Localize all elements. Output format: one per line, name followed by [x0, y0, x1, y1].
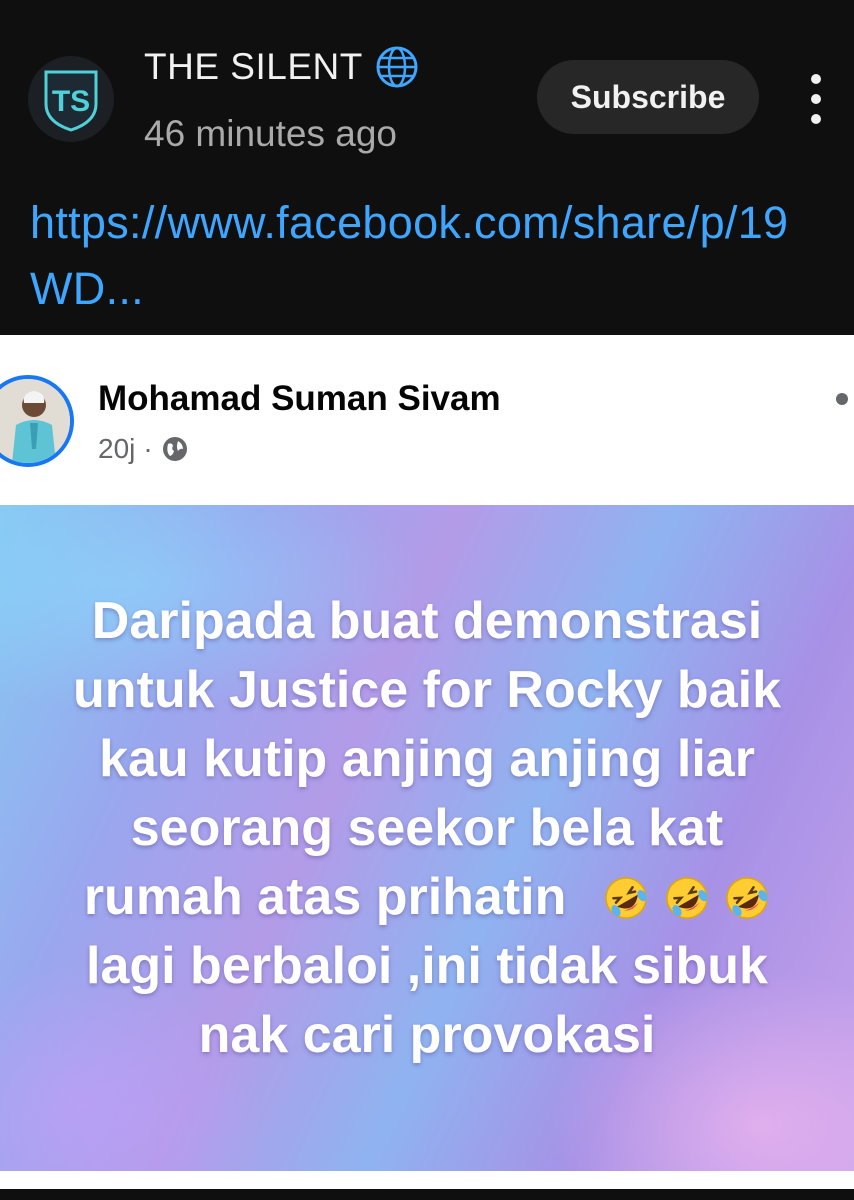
community-post-header: TS THE SILENT 46 minutes ago Subscribe h…: [0, 0, 854, 335]
image-text-line: Daripada buat demonstrasi: [91, 592, 763, 650]
fb-image-text: Daripada buat demonstrasi untuk Justice …: [0, 587, 854, 1070]
fb-text-image: Daripada buat demonstrasi untuk Justice …: [0, 505, 854, 1171]
channel-avatar[interactable]: TS: [28, 56, 114, 142]
fb-author-name[interactable]: Mohamad Suman Sivam: [98, 379, 501, 419]
image-text-line: lagi berbaloi ,ini tidak sibuk: [86, 937, 768, 995]
globe-icon: [376, 46, 418, 88]
post-link[interactable]: https://www.facebook.com/share/p/19WD...: [30, 190, 830, 322]
more-vertical-icon[interactable]: [796, 74, 836, 124]
post-timestamp: 46 minutes ago: [144, 113, 398, 154]
image-text-line-with-emoji: rumah atas prihatin: [0, 863, 854, 932]
channel-name-row[interactable]: THE SILENT: [144, 45, 419, 89]
author-avatar: [0, 375, 74, 467]
bottom-divider: [0, 1189, 854, 1200]
fb-post-time: 20j: [98, 433, 136, 464]
meta-separator: ·: [143, 433, 153, 464]
rolling-laughing-emoji-icon: [665, 877, 708, 919]
fb-more-icon[interactable]: [836, 393, 848, 405]
image-text-line: nak cari provokasi: [198, 1006, 656, 1064]
fb-post-meta: 20j ·: [98, 433, 189, 465]
rolling-laughing-emoji-icon: [726, 877, 768, 919]
channel-logo-text: TS: [52, 85, 90, 118]
rolling-laughing-emoji-icon: [605, 877, 648, 919]
channel-name[interactable]: THE SILENT: [144, 46, 363, 88]
globe-icon: [162, 437, 187, 461]
image-text-line: kau kutip anjing anjing liar: [99, 730, 755, 788]
image-text-line: seorang seekor bela kat: [130, 799, 724, 857]
channel-logo-icon: TS: [44, 70, 98, 132]
image-text-line: untuk Justice for Rocky baik: [73, 661, 781, 719]
image-text-line: rumah atas prihatin: [83, 868, 567, 926]
post-image[interactable]: Mohamad Suman Sivam 20j · Daripada buat …: [0, 335, 854, 1189]
subscribe-button[interactable]: Subscribe: [537, 60, 759, 134]
